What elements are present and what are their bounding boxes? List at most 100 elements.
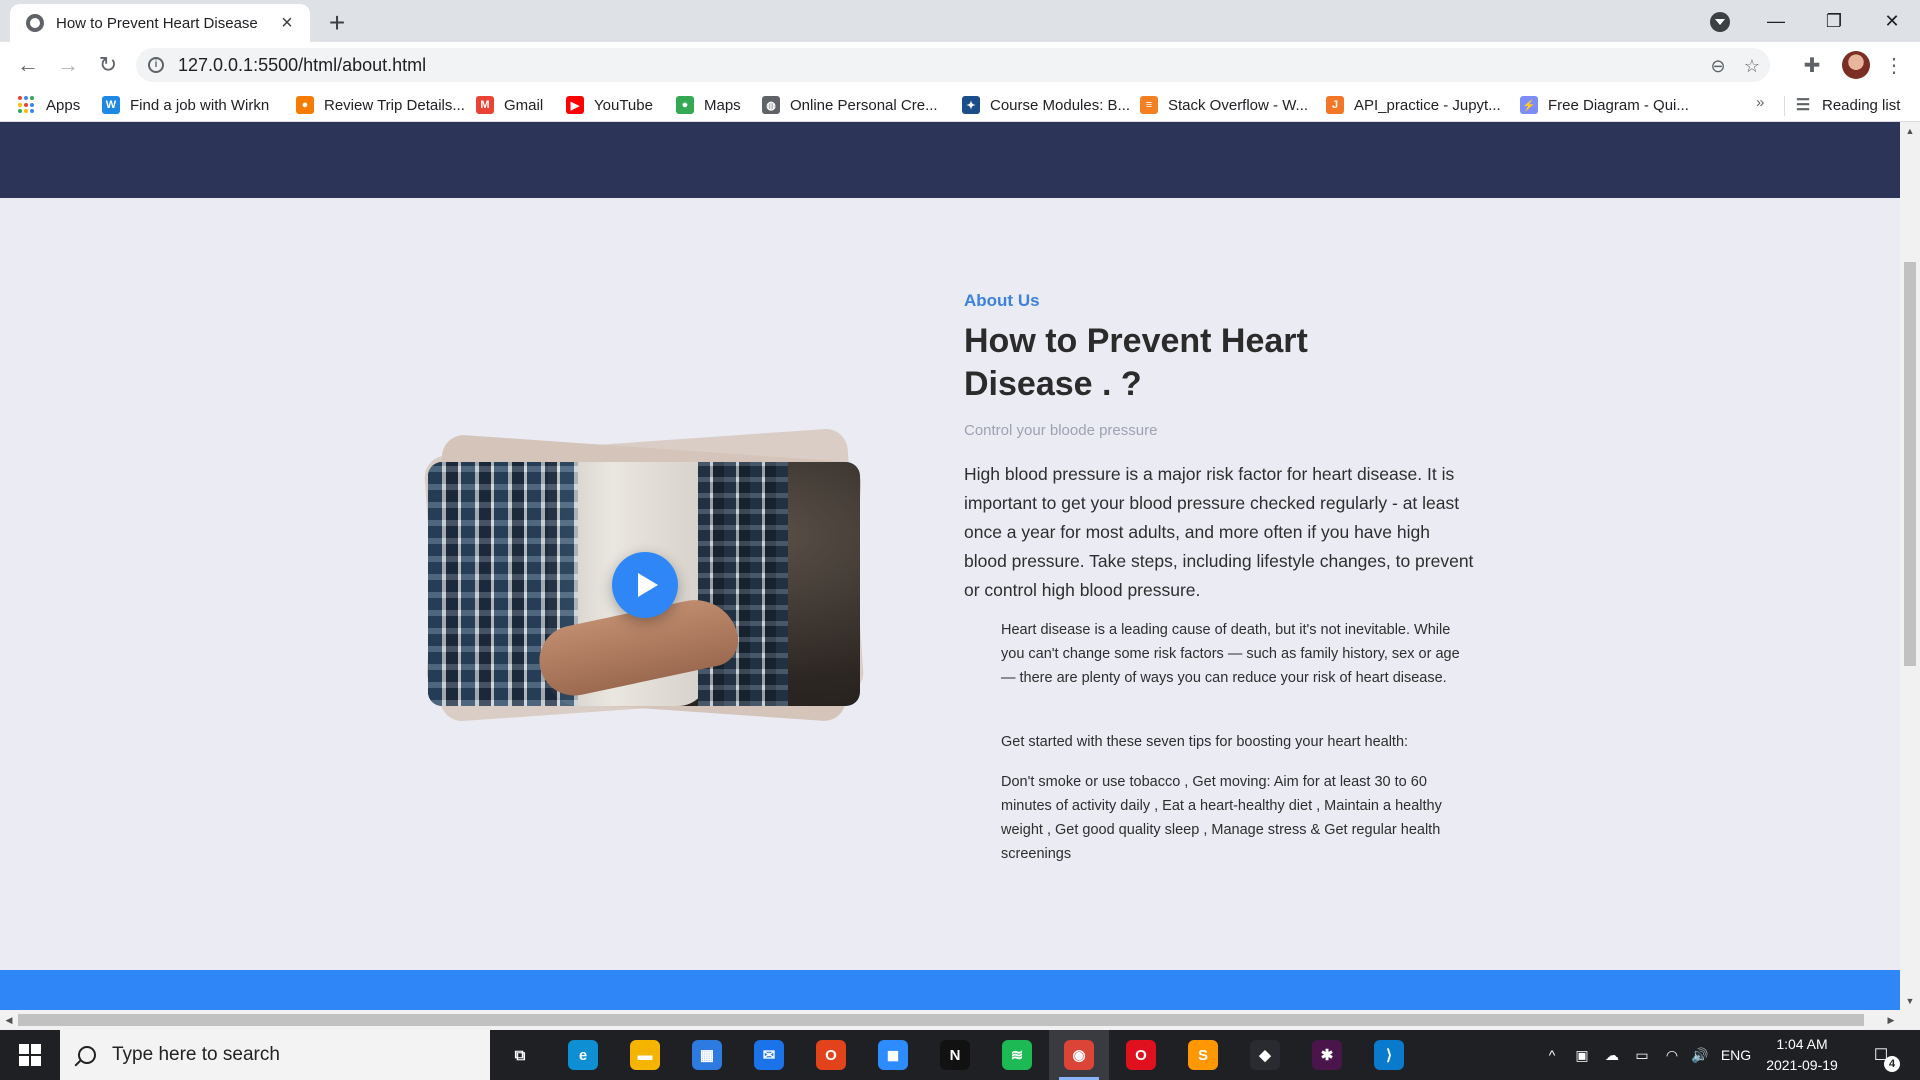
windows-taskbar: Type here to search ^ ▣ ☁ ▭ ◠ 🔊 ENG 1:04… — [0, 1030, 1920, 1080]
search-icon — [78, 1046, 96, 1064]
bookmark-item[interactable]: M Gmail — [476, 94, 543, 116]
bookmark-label: YouTube — [594, 96, 653, 114]
tab-search-icon[interactable] — [1710, 12, 1730, 32]
new-tab-button[interactable]: + — [322, 7, 352, 39]
tab-strip: How to Prevent Heart Disease × + — ❐ ✕ — [0, 0, 1920, 42]
edge-icon: e — [568, 1040, 598, 1070]
page-title: How to Prevent Heart Disease . ? — [964, 322, 1308, 403]
bookmarks-divider — [1784, 96, 1785, 116]
reload-button[interactable]: ↻ — [92, 49, 124, 81]
vertical-scroll-thumb[interactable] — [1904, 262, 1916, 666]
browser-menu-icon[interactable]: ⋮ — [1880, 51, 1908, 79]
wifi-icon[interactable]: ◠ — [1658, 1030, 1686, 1080]
file-explorer-icon: ▬ — [630, 1040, 660, 1070]
tab-close-icon[interactable]: × — [276, 12, 298, 35]
taskbar-app-button[interactable]: ⟩ — [1359, 1030, 1419, 1080]
onedrive-icon[interactable]: ☁ — [1598, 1030, 1626, 1080]
taskbar-app-button[interactable]: ✱ — [1297, 1030, 1357, 1080]
taskbar-app-button[interactable]: ◆ — [1235, 1030, 1295, 1080]
extensions-icon[interactable]: ✚ — [1798, 51, 1826, 79]
bookmark-item[interactable]: ▶ YouTube — [566, 94, 653, 116]
bookmark-item[interactable]: ● Maps — [676, 94, 741, 116]
opera-icon: O — [1126, 1040, 1156, 1070]
minimize-button[interactable]: — — [1748, 4, 1804, 38]
volume-icon[interactable]: 🔊 — [1686, 1030, 1714, 1080]
start-button[interactable] — [0, 1030, 60, 1080]
taskbar-app-button[interactable]: ▬ — [615, 1030, 675, 1080]
sublime-icon: S — [1188, 1040, 1218, 1070]
jupyter-icon: J — [1326, 96, 1344, 114]
bookmark-label: Gmail — [504, 96, 544, 114]
vertical-scrollbar[interactable]: ▲ ▼ — [1900, 122, 1920, 1010]
vscode-icon: ⟩ — [1374, 1040, 1404, 1070]
address-bar[interactable]: i 127.0.0.1:5500/html/about.html ⊖ ☆ — [136, 48, 1770, 82]
bookmark-label: Apps — [46, 96, 81, 114]
system-clock[interactable]: 1:04 AM 2021-09-19 — [1752, 1034, 1852, 1076]
video-card[interactable] — [423, 427, 865, 723]
bookmark-item[interactable]: ≡ Stack Overflow - W... — [1140, 94, 1308, 116]
browser-tab[interactable]: How to Prevent Heart Disease × — [10, 4, 310, 42]
taskbar-app-button[interactable]: N — [925, 1030, 985, 1080]
taskbar-app-button[interactable]: ▦ — [677, 1030, 737, 1080]
close-window-button[interactable]: ✕ — [1864, 4, 1920, 38]
reading-list-icon: ☰ — [1795, 97, 1811, 114]
taskbar-app-button[interactable]: O — [1111, 1030, 1171, 1080]
taskbar-app-button[interactable]: ≋ — [987, 1030, 1047, 1080]
taskbar-app-button[interactable]: ◉ — [1049, 1030, 1109, 1080]
bookmark-item[interactable]: ◍ Online Personal Cre... — [762, 94, 938, 116]
bookmark-item[interactable]: W Find a job with Wirkn — [102, 94, 269, 116]
zoom-icon: ◼ — [878, 1040, 908, 1070]
page-viewport: About Us How to Prevent Heart Disease . … — [0, 122, 1900, 1010]
bookmarks-overflow-icon[interactable]: » — [1756, 94, 1764, 111]
taskbar-search[interactable]: Type here to search — [60, 1030, 490, 1080]
scroll-down-icon[interactable]: ▼ — [1900, 992, 1920, 1010]
bookmark-item[interactable]: ● Review Trip Details... — [296, 94, 465, 116]
tab-title: How to Prevent Heart Disease — [56, 14, 258, 32]
section-eyebrow: About Us — [964, 291, 1040, 310]
netflix-icon: N — [940, 1040, 970, 1070]
bookmark-item[interactable]: J API_practice - Jupyt... — [1326, 94, 1501, 116]
restore-button[interactable]: ❐ — [1806, 4, 1862, 38]
url-text[interactable]: 127.0.0.1:5500/html/about.html — [178, 55, 426, 76]
gmail-icon: M — [476, 96, 494, 114]
clock-date: 2021-09-19 — [1766, 1057, 1838, 1073]
body-paragraph: Heart disease is a leading cause of deat… — [1001, 622, 1460, 686]
taskbar-app-button[interactable]: O — [801, 1030, 861, 1080]
bookmark-item[interactable]: ⚡ Free Diagram - Qui... — [1520, 94, 1689, 116]
notifications-button[interactable]: ☐ 4 — [1866, 1040, 1900, 1072]
tray-overflow-icon[interactable]: ^ — [1538, 1030, 1566, 1080]
bookmark-item[interactable]: Apps — [18, 94, 80, 116]
scroll-right-icon[interactable]: ▶ — [1882, 1010, 1900, 1030]
bookmark-star-icon[interactable]: ☆ — [1740, 54, 1764, 78]
taskbar-app-button[interactable]: e — [553, 1030, 613, 1080]
video-thumbnail[interactable] — [428, 462, 860, 706]
taskbar-app-button[interactable]: ✉ — [739, 1030, 799, 1080]
windows-logo-icon — [19, 1044, 41, 1066]
language-indicator[interactable]: ENG — [1716, 1030, 1756, 1080]
scroll-left-icon[interactable]: ◀ — [0, 1010, 18, 1030]
browser-toolbar: ← → ↻ i 127.0.0.1:5500/html/about.html ⊖… — [0, 42, 1920, 88]
taskbar-app-button[interactable]: ◼ — [863, 1030, 923, 1080]
bookmark-label: Free Diagram - Qui... — [1548, 96, 1689, 114]
alienware-icon: ◆ — [1250, 1040, 1280, 1070]
play-button[interactable] — [612, 552, 678, 618]
clock-time: 1:04 AM — [1776, 1036, 1828, 1052]
bookmark-label: Find a job with Wirkn — [130, 96, 270, 114]
maps-icon: ● — [676, 96, 694, 114]
taskbar-app-button[interactable]: S — [1173, 1030, 1233, 1080]
forward-button[interactable]: → — [52, 49, 84, 81]
profile-avatar[interactable] — [1842, 51, 1870, 79]
bookmark-item[interactable]: ✦ Course Modules: B... — [962, 94, 1130, 116]
site-info-icon[interactable]: i — [148, 57, 164, 73]
back-button[interactable]: ← — [12, 49, 44, 81]
horizontal-scroll-thumb[interactable] — [18, 1014, 1864, 1026]
scroll-up-icon[interactable]: ▲ — [1900, 122, 1920, 140]
taskbar-app-button[interactable]: ⧉ — [490, 1030, 550, 1080]
reading-list-button[interactable]: ☰ Reading list — [1794, 94, 1901, 116]
meet-now-icon[interactable]: ▣ — [1568, 1030, 1596, 1080]
apps-grid-icon — [18, 96, 36, 114]
zoom-icon[interactable]: ⊖ — [1706, 54, 1730, 78]
body-paragraph: Get started with these seven tips for bo… — [1001, 734, 1409, 750]
horizontal-scrollbar[interactable]: ◀ ▶ — [0, 1010, 1920, 1030]
battery-icon[interactable]: ▭ — [1628, 1030, 1656, 1080]
